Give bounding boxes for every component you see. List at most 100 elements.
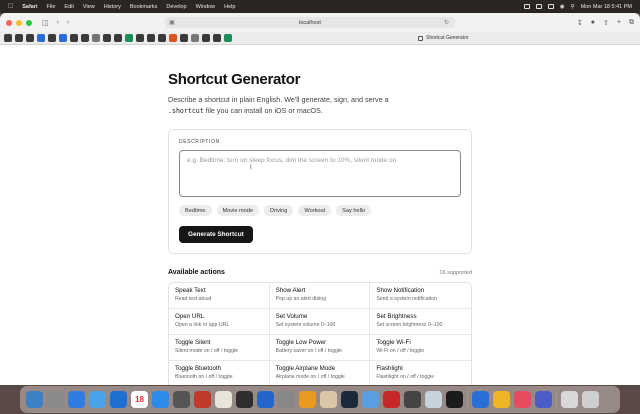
new-tab-icon[interactable]: +	[617, 19, 621, 27]
extension-icon[interactable]: ●	[591, 19, 595, 27]
chip-driving[interactable]: Driving	[264, 205, 294, 216]
back-icon[interactable]: ‹	[57, 19, 59, 26]
app-icon[interactable]	[362, 391, 379, 408]
favorite-icon[interactable]	[81, 34, 89, 42]
action-desc: Flashlight on / off / toggle	[376, 374, 435, 380]
app-icon[interactable]	[472, 391, 489, 408]
page-title: Shortcut Generator	[168, 71, 301, 88]
menu-help[interactable]: Help	[224, 4, 235, 10]
action-desc: Battery saver on / off / toggle	[275, 348, 342, 354]
favorite-icon[interactable]	[70, 34, 78, 42]
app-icon[interactable]	[299, 391, 316, 408]
favorite-icon[interactable]	[15, 34, 23, 42]
safari-icon[interactable]	[110, 391, 127, 408]
favorite-icon[interactable]	[202, 34, 210, 42]
help-icon[interactable]	[278, 391, 295, 408]
action-name: Toggle Low Power	[275, 339, 327, 346]
chip-say-hello[interactable]: Say hello	[336, 205, 372, 216]
battery-icon[interactable]	[547, 4, 554, 9]
page-icon: ▣	[169, 20, 175, 26]
terminal-icon[interactable]	[446, 391, 463, 408]
favorite-icon[interactable]	[92, 34, 100, 42]
dock-divider	[467, 390, 468, 409]
generate-shortcut-button[interactable]: Generate Shortcut	[179, 226, 253, 243]
app-store-icon[interactable]	[152, 391, 169, 408]
menu-view[interactable]: View	[83, 4, 95, 10]
favorite-icon[interactable]	[136, 34, 144, 42]
favorite-icon[interactable]	[213, 34, 221, 42]
app-icon[interactable]	[320, 391, 337, 408]
action-card: Toggle Wi-Fi Wi-Fi on / off / toggle	[370, 335, 471, 361]
zoom-button[interactable]	[26, 19, 32, 26]
menu-edit[interactable]: Edit	[64, 4, 73, 10]
app-icon[interactable]	[236, 391, 253, 408]
menubar:  Safari File Edit View History Bookmark…	[0, 0, 640, 13]
favorite-icon[interactable]	[48, 34, 56, 42]
app-icon[interactable]	[257, 391, 274, 408]
favorite-icon[interactable]	[4, 34, 12, 42]
app-icon[interactable]	[173, 391, 190, 408]
menu-bookmarks[interactable]: Bookmarks	[130, 4, 158, 10]
tab-overview-icon[interactable]: ⧉	[629, 19, 634, 27]
forward-icon[interactable]: ›	[67, 19, 69, 26]
apple-icon[interactable]: 	[8, 3, 13, 10]
favorite-icon[interactable]	[59, 34, 67, 42]
description-input[interactable]: e.g. Bedtime: turn on sleep focus, dim t…	[179, 150, 461, 197]
share-icon[interactable]: ⇧	[603, 19, 609, 27]
finder-icon[interactable]	[26, 391, 43, 408]
clock[interactable]: Mon Mar 18 5:41 PM	[581, 4, 632, 10]
calendar-icon[interactable]: 18	[131, 391, 148, 408]
wifi-icon[interactable]: ◉	[560, 4, 565, 10]
favorite-icon[interactable]	[147, 34, 155, 42]
chip-bedtime[interactable]: Bedtime	[179, 205, 212, 216]
favorite-icon[interactable]	[158, 34, 166, 42]
chip-workout[interactable]: Workout	[298, 205, 332, 216]
status-icon[interactable]	[523, 4, 530, 9]
action-desc: Read text aloud	[175, 296, 212, 302]
address-bar[interactable]: ▣ localhost ↻	[165, 17, 455, 28]
favorite-icon[interactable]	[37, 34, 45, 42]
favorite-icon[interactable]	[114, 34, 122, 42]
app-icon[interactable]	[89, 391, 106, 408]
app-icon[interactable]	[535, 391, 552, 408]
active-tab[interactable]: Shortcut Generator	[418, 35, 469, 41]
favorite-icon[interactable]	[224, 34, 232, 42]
chip-movie-mode[interactable]: Movie mode	[216, 205, 259, 216]
app-icon[interactable]	[493, 391, 510, 408]
app-icon[interactable]	[215, 391, 232, 408]
app-icon[interactable]	[194, 391, 211, 408]
favorite-icon[interactable]	[103, 34, 111, 42]
download-icon[interactable]: ↧	[577, 19, 583, 27]
menu-app-name[interactable]: Safari	[22, 4, 37, 10]
favorite-icon[interactable]	[191, 34, 199, 42]
favorite-icon[interactable]	[180, 34, 188, 42]
photos-icon[interactable]	[514, 391, 531, 408]
app-icon[interactable]	[404, 391, 421, 408]
downloads-icon[interactable]	[561, 391, 578, 408]
menu-window[interactable]: Window	[196, 4, 216, 10]
status-icon[interactable]	[535, 4, 542, 9]
action-name: Toggle Silent	[175, 339, 211, 346]
favorite-icon[interactable]	[26, 34, 34, 42]
action-card: Speak Text Read text aloud	[169, 283, 270, 309]
minimize-button[interactable]	[16, 19, 22, 26]
close-button[interactable]	[6, 19, 12, 26]
app-icon[interactable]	[341, 391, 358, 408]
action-desc: Set screen brightness 0–100	[376, 322, 443, 328]
app-icon[interactable]	[425, 391, 442, 408]
favorite-icon[interactable]	[125, 34, 133, 42]
launchpad-icon[interactable]	[47, 391, 64, 408]
menu-file[interactable]: File	[47, 4, 56, 10]
description-placeholder: e.g. Bedtime: turn on sleep focus, dim t…	[187, 157, 397, 164]
menu-history[interactable]: History	[104, 4, 121, 10]
reload-icon[interactable]: ↻	[444, 19, 449, 26]
menu-develop[interactable]: Develop	[166, 4, 186, 10]
search-icon[interactable]: ⚲	[571, 4, 575, 10]
favorite-icon[interactable]	[169, 34, 177, 42]
action-name: Open URL	[175, 313, 205, 320]
mail-icon[interactable]	[68, 391, 85, 408]
app-icon[interactable]	[383, 391, 400, 408]
action-desc: Send a system notification	[376, 296, 437, 302]
trash-icon[interactable]	[582, 391, 599, 408]
sidebar-icon[interactable]: ◫	[42, 19, 49, 27]
